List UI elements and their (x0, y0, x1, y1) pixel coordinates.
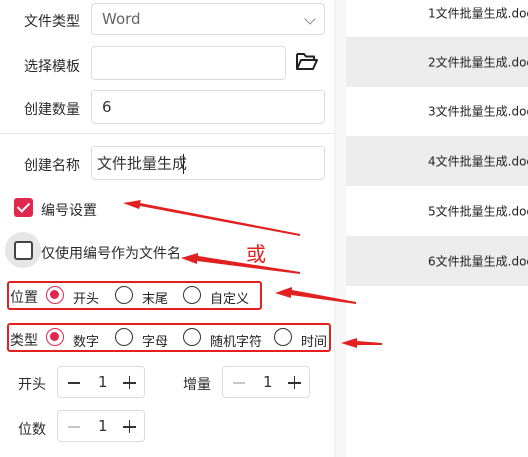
text-cursor (183, 154, 184, 174)
only-number-label: 仅使用编号作为文件名 (41, 246, 181, 262)
type-radio-number[interactable] (46, 328, 64, 346)
type-radio-letter[interactable] (115, 328, 133, 346)
template-input[interactable] (91, 46, 286, 80)
position-option-start: 开头 (73, 292, 100, 307)
list-item[interactable]: 2文件批量生成.doc (346, 37, 528, 87)
only-number-checkbox[interactable] (14, 241, 33, 260)
start-label: 开头 (18, 377, 46, 393)
numbering-label: 编号设置 (41, 203, 97, 219)
minus-icon[interactable] (233, 382, 245, 384)
list-item[interactable]: 3文件批量生成.doc (346, 86, 528, 136)
chevron-down-icon (304, 13, 316, 25)
position-radio-end[interactable] (115, 286, 133, 304)
minus-icon[interactable] (68, 426, 80, 428)
increment-label: 增量 (183, 377, 211, 393)
type-option-random: 随机字符 (210, 335, 263, 350)
type-label: 类型 (10, 333, 38, 349)
file-type-value: Word (102, 10, 141, 28)
type-radio-time[interactable] (274, 328, 292, 346)
digits-stepper[interactable]: 1 (57, 410, 145, 442)
list-item[interactable]: 5文件批量生成.doc (346, 186, 528, 236)
minus-icon[interactable] (68, 382, 80, 384)
position-option-end: 末尾 (142, 292, 169, 307)
position-label: 位置 (10, 290, 38, 306)
divider (0, 133, 334, 134)
position-radio-start[interactable] (46, 286, 64, 304)
or-annotation: 或 (246, 242, 266, 266)
file-name: 6文件批量生成.doc (428, 254, 528, 269)
increment-stepper[interactable]: 1 (222, 366, 310, 398)
settings-panel: 文件类型 Word 选择模板 创建数量 6 创建名称 文件批量生成 编号设置 仅… (0, 0, 334, 457)
position-radio-custom[interactable] (183, 286, 201, 304)
digits-label: 位数 (18, 422, 46, 438)
type-option-letter: 字母 (142, 335, 169, 350)
folder-open-icon[interactable] (295, 51, 319, 73)
list-item[interactable]: 4文件批量生成.doc (346, 136, 528, 186)
name-label: 创建名称 (24, 158, 80, 174)
type-option-number: 数字 (73, 335, 100, 350)
file-type-label: 文件类型 (24, 14, 80, 30)
increment-value: 1 (263, 373, 273, 391)
count-input[interactable]: 6 (91, 90, 325, 124)
template-label: 选择模板 (24, 59, 80, 75)
start-stepper[interactable]: 1 (57, 366, 145, 398)
digits-value: 1 (98, 417, 108, 435)
type-radio-random[interactable] (183, 328, 201, 346)
count-label: 创建数量 (24, 102, 80, 118)
numbering-checkbox[interactable] (14, 198, 33, 217)
list-item[interactable]: 1文件批量生成.doc (346, 0, 528, 38)
type-option-time: 时间 (301, 335, 328, 350)
name-value: 文件批量生成 (97, 154, 188, 173)
file-name: 5文件批量生成.doc (428, 204, 528, 219)
list-item[interactable]: 6文件批量生成.doc (346, 236, 528, 286)
panel-splitter[interactable] (334, 0, 346, 457)
file-type-select[interactable]: Word (91, 3, 325, 35)
file-name: 3文件批量生成.doc (428, 104, 528, 119)
file-name: 4文件批量生成.doc (428, 154, 528, 169)
file-name: 2文件批量生成.doc (428, 55, 528, 70)
position-option-custom: 自定义 (210, 292, 250, 307)
count-value: 6 (102, 98, 112, 116)
file-list: 1文件批量生成.doc 2文件批量生成.doc 3文件批量生成.doc 4文件批… (346, 0, 528, 457)
file-name: 1文件批量生成.doc (428, 6, 528, 21)
start-value: 1 (98, 373, 108, 391)
name-input[interactable]: 文件批量生成 (91, 146, 325, 180)
